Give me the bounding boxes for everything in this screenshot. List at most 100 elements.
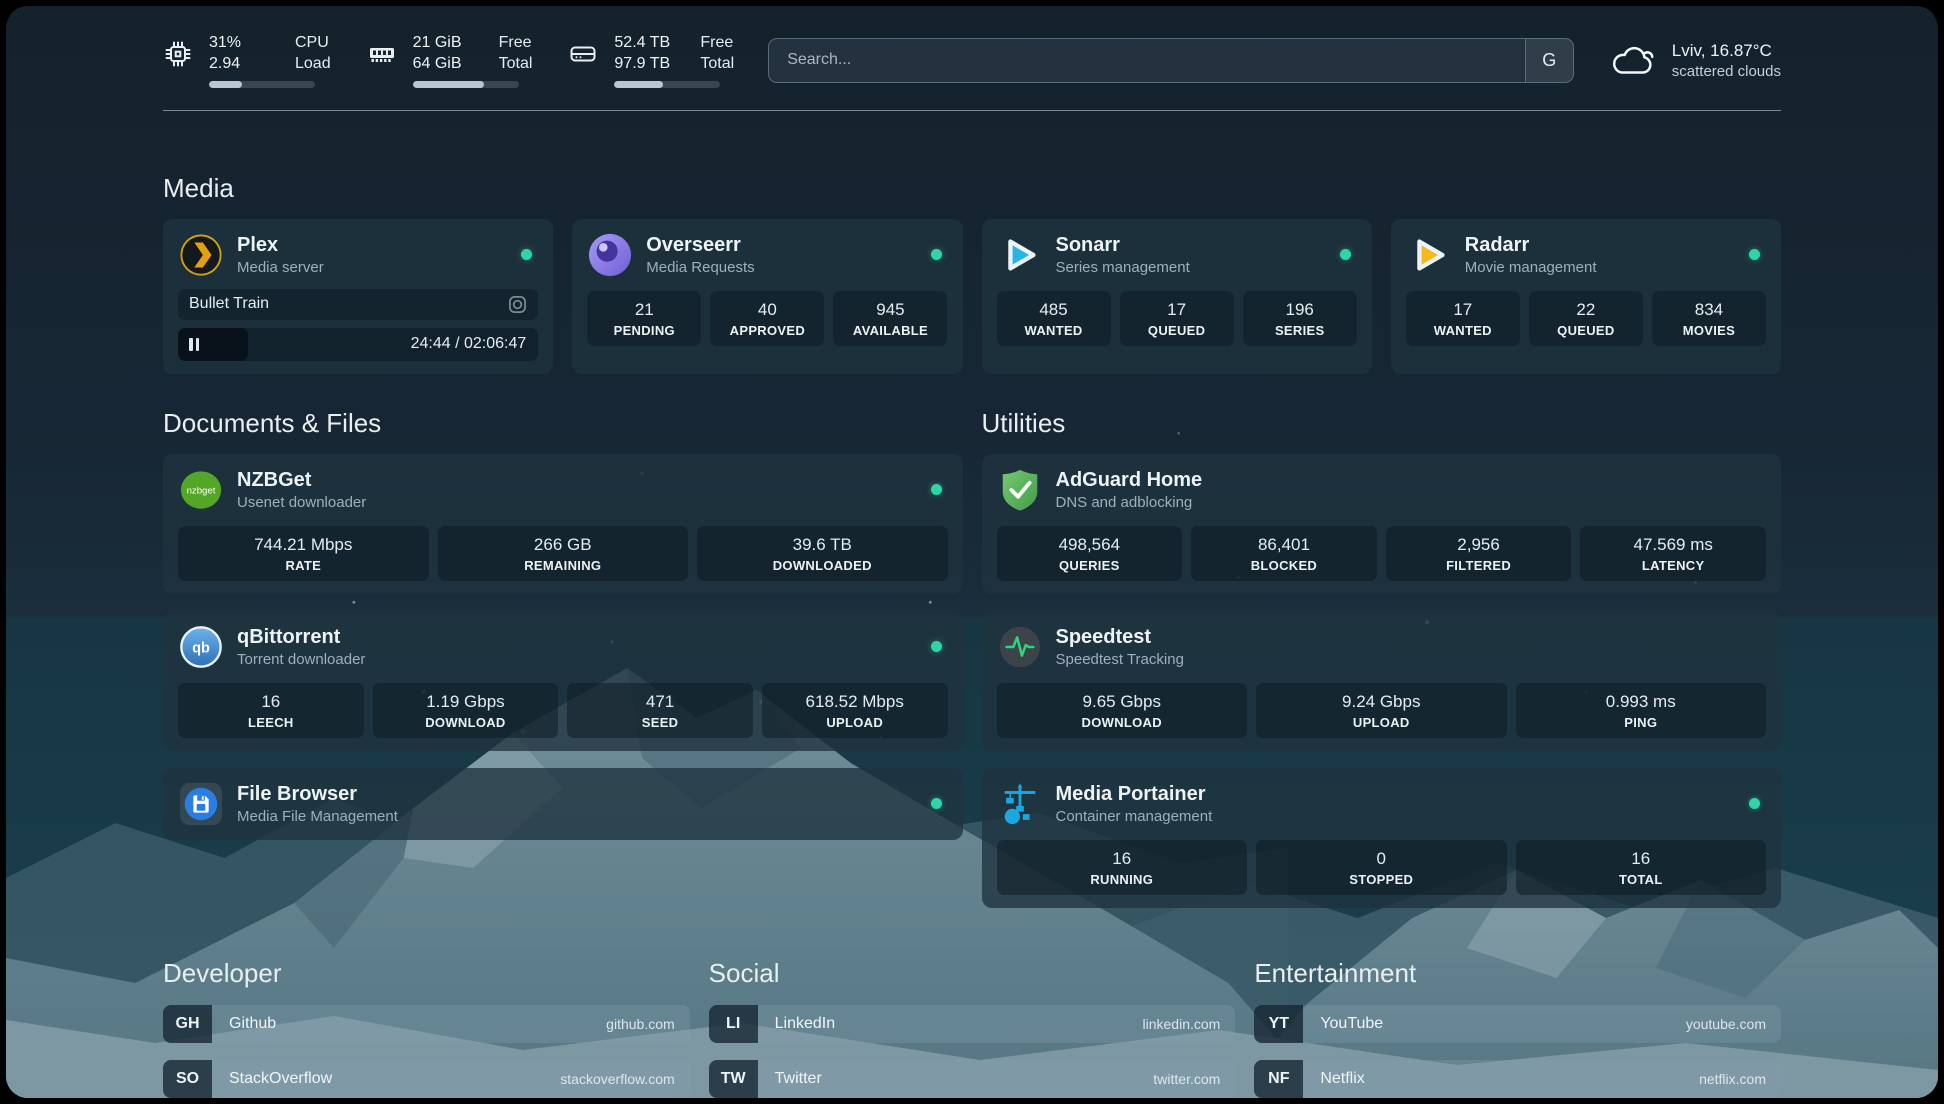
service-subtitle: Series management — [1056, 259, 1190, 276]
qbittorrent-icon: qb — [178, 624, 224, 670]
service-subtitle: Container management — [1056, 808, 1213, 825]
bookmark-youtube[interactable]: YT YouTube youtube.com — [1254, 1005, 1781, 1043]
bookmark-linkedin[interactable]: LI LinkedIn linkedin.com — [709, 1005, 1236, 1043]
service-subtitle: Media server — [237, 259, 324, 276]
service-subtitle: Speedtest Tracking — [1056, 651, 1184, 668]
bookmark-abbr: LI — [709, 1005, 758, 1043]
section-title-developer: Developer — [163, 958, 690, 989]
service-name: AdGuard Home — [1056, 469, 1203, 492]
stat-approved: 40 APPROVED — [710, 291, 824, 346]
bookmark-abbr: SO — [163, 1060, 212, 1098]
cpu-widget: 31% 2.94 CPU Load — [163, 33, 331, 88]
pause-icon[interactable] — [189, 338, 199, 351]
status-online-dot — [931, 798, 942, 809]
bookmark-url: linkedin.com — [1143, 1016, 1221, 1032]
service-card-adguard[interactable]: AdGuard Home DNS and adblocking 498,564 … — [982, 454, 1782, 594]
bookmark-abbr: NF — [1254, 1060, 1303, 1098]
bookmark-name: StackOverflow — [229, 1070, 332, 1088]
search-input[interactable] — [769, 39, 1525, 82]
sonarr-icon — [997, 232, 1043, 278]
bookmark-group-social: Social LI LinkedIn linkedin.com TW Twitt… — [709, 958, 1236, 1098]
disk-progress-bar — [614, 81, 720, 88]
stat-rate: 744.21 Mbps RATE — [178, 526, 429, 581]
service-card-plex[interactable]: Plex Media server Bullet Train — [163, 219, 553, 374]
status-online-dot — [931, 249, 942, 260]
weather-widget[interactable]: Lviv, 16.87°C scattered clouds — [1608, 40, 1781, 80]
now-playing-row: Bullet Train — [178, 289, 538, 320]
stat-remaining: 266 GB REMAINING — [438, 526, 689, 581]
service-card-filebrowser[interactable]: File Browser Media File Management — [163, 768, 963, 840]
search-bar: G — [768, 38, 1574, 83]
bookmark-stackoverflow[interactable]: SO StackOverflow stackoverflow.com — [163, 1060, 690, 1098]
memory-icon — [367, 39, 397, 69]
service-card-overseerr[interactable]: Overseerr Media Requests 21 PENDING 40 A… — [572, 219, 962, 374]
service-subtitle: Usenet downloader — [237, 494, 366, 511]
adguard-icon — [997, 467, 1043, 513]
nzbget-icon: nzbget — [178, 467, 224, 513]
service-card-sonarr[interactable]: Sonarr Series management 485 WANTED 17 Q… — [982, 219, 1372, 374]
disk-total-value: 97.9 TB — [614, 54, 676, 75]
stat-wanted: 485 WANTED — [997, 291, 1111, 346]
status-online-dot — [931, 641, 942, 652]
bookmark-abbr: YT — [1254, 1005, 1303, 1043]
bookmark-netflix[interactable]: NF Netflix netflix.com — [1254, 1060, 1781, 1098]
stat-upload: 9.24 Gbps UPLOAD — [1256, 683, 1507, 738]
stat-download: 9.65 Gbps DOWNLOAD — [997, 683, 1248, 738]
svg-text:qb: qb — [192, 640, 210, 656]
memory-total-value: 64 GiB — [413, 54, 475, 75]
bookmark-name: YouTube — [1320, 1015, 1383, 1033]
service-subtitle: Movie management — [1465, 259, 1597, 276]
bookmark-name: Netflix — [1320, 1070, 1364, 1088]
stat-blocked: 86,401 BLOCKED — [1191, 526, 1377, 581]
utilities-column: Utilities AdGuard Home DNS — [982, 408, 1782, 908]
status-online-dot — [521, 249, 532, 260]
bookmark-url: youtube.com — [1686, 1016, 1766, 1032]
disk-free-label: Free — [700, 33, 734, 54]
service-card-portainer[interactable]: Media Portainer Container management 16 … — [982, 768, 1782, 908]
disk-total-label: Total — [700, 54, 734, 75]
service-name: Plex — [237, 234, 324, 257]
stat-movies: 834 MOVIES — [1652, 291, 1766, 346]
bookmark-github[interactable]: GH Github github.com — [163, 1005, 690, 1043]
weather-description: scattered clouds — [1672, 63, 1781, 80]
service-subtitle: Torrent downloader — [237, 651, 365, 668]
stat-queued: 22 QUEUED — [1529, 291, 1643, 346]
bookmark-group-entertainment: Entertainment YT YouTube youtube.com NF … — [1254, 958, 1781, 1098]
cpu-usage-value: 31% — [209, 33, 271, 54]
stat-queries: 498,564 QUERIES — [997, 526, 1183, 581]
plex-icon — [178, 232, 224, 278]
bookmark-name: Twitter — [775, 1070, 822, 1088]
section-title-documents: Documents & Files — [163, 408, 963, 439]
playback-progress-bar[interactable]: 24:44 / 02:06:47 — [178, 328, 538, 361]
service-name: Media Portainer — [1056, 783, 1213, 806]
bookmark-twitter[interactable]: TW Twitter twitter.com — [709, 1060, 1236, 1098]
search-engine-button[interactable]: G — [1525, 39, 1573, 82]
status-online-dot — [931, 484, 942, 495]
portainer-icon — [997, 781, 1043, 827]
service-card-speedtest[interactable]: Speedtest Speedtest Tracking 9.65 Gbps D… — [982, 611, 1782, 751]
stat-downloaded: 39.6 TB DOWNLOADED — [697, 526, 948, 581]
memory-free-label: Free — [499, 33, 533, 54]
service-name: NZBGet — [237, 469, 366, 492]
stat-available: 945 AVAILABLE — [833, 291, 947, 346]
service-card-qbittorrent[interactable]: qb qBittorrent Torrent downloader 16 — [163, 611, 963, 751]
memory-widget: 21 GiB 64 GiB Free Total — [367, 33, 533, 88]
service-name: Speedtest — [1056, 626, 1184, 649]
service-card-nzbget[interactable]: nzbget NZBGet Usenet downloader 744.21 M… — [163, 454, 963, 594]
weather-location-temp: Lviv, 16.87°C — [1672, 41, 1781, 61]
service-name: Sonarr — [1056, 234, 1190, 257]
stat-running: 16 RUNNING — [997, 840, 1248, 895]
service-subtitle: Media File Management — [237, 808, 398, 825]
section-title-utilities: Utilities — [982, 408, 1782, 439]
stat-download: 1.19 Gbps DOWNLOAD — [373, 683, 559, 738]
service-name: Overseerr — [646, 234, 754, 257]
session-icon — [508, 295, 527, 314]
now-playing-title: Bullet Train — [189, 295, 269, 313]
bookmark-abbr: TW — [709, 1060, 758, 1098]
radarr-icon — [1406, 232, 1452, 278]
service-card-radarr[interactable]: Radarr Movie management 17 WANTED 22 QUE… — [1391, 219, 1781, 374]
stat-wanted: 17 WANTED — [1406, 291, 1520, 346]
memory-free-value: 21 GiB — [413, 33, 475, 54]
stat-leech: 16 LEECH — [178, 683, 364, 738]
speedtest-icon — [997, 624, 1043, 670]
